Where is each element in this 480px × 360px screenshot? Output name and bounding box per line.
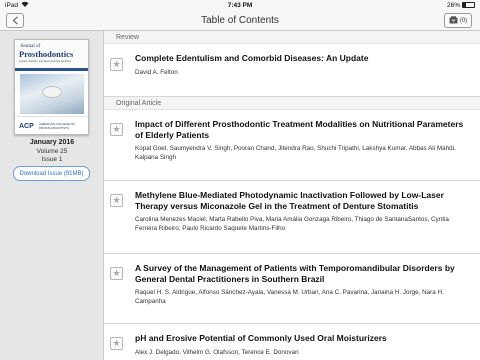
cover-subtitle: Implant, Esthetic, and Reconstructive De… [19,60,71,63]
section-header-review: Review [104,31,480,44]
article-title: pH and Erosive Potential of Commonly Use… [135,333,387,343]
article-title: Impact of Different Prosthodontic Treatm… [135,119,464,140]
article-item[interactable]: ★ pH and Erosive Potential of Commonly U… [104,324,480,360]
article-title: Methylene Blue-Mediated Photodynamic Ina… [135,190,444,211]
navigation-bar: Table of Contents (0) [0,10,480,31]
acp-logo: ACP [19,123,34,130]
star-icon: ★ [112,124,121,134]
article-item[interactable]: ★ A Survey of the Management of Patients… [104,254,480,324]
favorite-star-button[interactable]: ★ [110,58,123,71]
article-item[interactable]: ★ Methylene Blue-Mediated Photodynamic I… [104,181,480,254]
downloads-button[interactable]: (0) [444,13,472,28]
star-icon: ★ [112,268,121,278]
issue-volume: Volume 25 [36,148,68,155]
star-icon: ★ [112,338,121,348]
article-title: Complete Edentulism and Comorbid Disease… [135,53,369,63]
article-title: A Survey of the Management of Patients w… [135,263,455,284]
favorite-star-button[interactable]: ★ [110,194,123,207]
article-authors: Raquel H. S. Aldrigue, Alfonso Sánchez-A… [135,289,444,306]
favorite-star-button[interactable]: ★ [110,267,123,280]
article-authors: David A. Felton [135,68,178,76]
status-time: 7:43 PM [227,1,253,9]
section-header-original-article: Original Article [104,97,480,110]
star-icon: ★ [112,59,121,69]
issue-cover-image[interactable]: Journal of Prosthodontics Implant, Esthe… [14,39,89,135]
status-bar: iPad 7:43 PM 26% [0,0,480,10]
cover-photo [20,74,84,114]
article-authors: Carolina Menezes Maciel, Marta Rabello P… [135,216,449,233]
cover-stripe [15,68,88,71]
issue-date: January 2016 [29,139,75,146]
star-icon: ★ [112,195,121,205]
cover-publisher: AMERICAN COLLEGE OF PROSTHODONTISTS [39,122,75,130]
article-authors: Kopal Goel, Saumyendra V. Singh, Pooran … [135,145,456,162]
favorite-star-button[interactable]: ★ [110,123,123,136]
table-of-contents: Review ★ Complete Edentulism and Comorbi… [104,31,480,360]
article-authors: Alex J. Delgado, Vilhelm G. Olafsson, Te… [135,348,299,356]
battery-icon [462,2,475,8]
favorite-star-button[interactable]: ★ [110,337,123,350]
article-item[interactable]: ★ Complete Edentulism and Comorbid Disea… [104,44,480,97]
page-title: Table of Contents [201,15,279,26]
download-bin-icon [449,15,458,26]
download-issue-button[interactable]: Download Issue (91MB) [13,166,90,181]
article-item[interactable]: ★ Impact of Different Prosthodontic Trea… [104,110,480,181]
issue-sidebar: Journal of Prosthodontics Implant, Esthe… [0,31,104,360]
downloads-count: (0) [459,17,468,24]
cover-journal-name: Prosthodontics [19,49,74,59]
issue-number: Issue 1 [41,156,63,163]
